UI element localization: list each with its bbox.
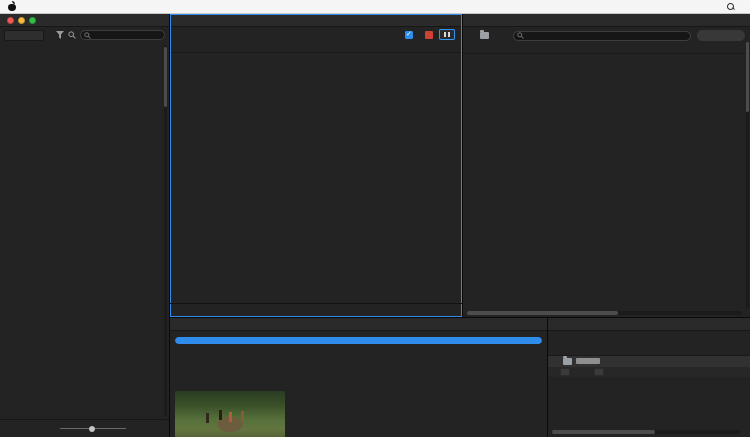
watch-folders-tab-bar (548, 318, 750, 331)
preset-browser-vertical-scrollbar[interactable] (746, 42, 749, 309)
encoding-body (170, 334, 547, 437)
media-browser-tab-bar (0, 14, 169, 27)
encoding-progress-bar (175, 337, 542, 344)
zoom-window-button[interactable] (29, 17, 36, 24)
media-search-input[interactable] (80, 30, 165, 40)
new-group-icon[interactable] (480, 32, 489, 39)
media-browser-bottom-bar (0, 419, 169, 437)
queue-toolbar-right (405, 29, 455, 40)
watch-folders-toolbar (548, 331, 750, 346)
traffic-lights (7, 17, 36, 24)
screen (0, 0, 750, 437)
preset-dropdown[interactable] (594, 368, 604, 376)
format-dropdown[interactable] (560, 368, 570, 376)
spotlight-icon[interactable] (727, 3, 735, 11)
minimize-window-button[interactable] (18, 17, 25, 24)
apple-menu-icon[interactable] (8, 2, 16, 11)
auto-encode-checkbox[interactable] (405, 31, 413, 39)
watch-folder-output-row[interactable] (548, 367, 750, 378)
app-window (0, 14, 750, 437)
macos-menu-bar (0, 0, 750, 14)
preset-browser-panel (463, 14, 750, 317)
pause-queue-button[interactable] (439, 29, 455, 40)
stop-queue-button[interactable] (425, 31, 433, 39)
thumbnail-size-slider[interactable] (60, 428, 126, 429)
watch-folder-path (575, 358, 601, 364)
encoding-tab-bar (170, 318, 547, 331)
queue-toolbar (170, 27, 462, 42)
close-window-button[interactable] (7, 17, 14, 24)
media-browser-scrollbar[interactable] (164, 45, 167, 417)
encoding-panel (170, 318, 547, 437)
encoding-progress-fill (175, 337, 542, 344)
search-icon (517, 32, 524, 39)
queue-panel (170, 14, 462, 317)
folder-icon (563, 358, 572, 365)
apply-preset-button[interactable] (697, 30, 745, 41)
location-dropdown[interactable] (4, 30, 44, 41)
redacted-username (576, 358, 600, 364)
queue-column-headers (170, 42, 462, 53)
renderer-bar (170, 303, 462, 317)
search-icon (84, 32, 91, 39)
queue-tab-bar (170, 14, 462, 27)
zoom-search-icon[interactable] (68, 31, 76, 39)
menu-bar-status-area (713, 3, 742, 11)
preset-column-headers (463, 44, 750, 54)
watch-folders-column-headers (548, 346, 750, 356)
preset-search-input[interactable] (513, 31, 691, 41)
watch-folder-row[interactable] (548, 356, 750, 367)
media-browser-toolbar (0, 27, 169, 43)
media-clip-list (66, 45, 160, 418)
output-preview-image (175, 391, 285, 437)
preset-browser-horizontal-scrollbar[interactable] (467, 311, 742, 315)
filter-icon[interactable] (56, 31, 64, 39)
media-browser-panel (0, 14, 169, 437)
watch-folders-horizontal-scrollbar[interactable] (552, 430, 740, 434)
preset-browser-toolbar (463, 27, 750, 44)
watch-folders-panel (548, 318, 750, 437)
preset-browser-tab-bar (463, 14, 750, 27)
slider-knob[interactable] (89, 426, 95, 432)
